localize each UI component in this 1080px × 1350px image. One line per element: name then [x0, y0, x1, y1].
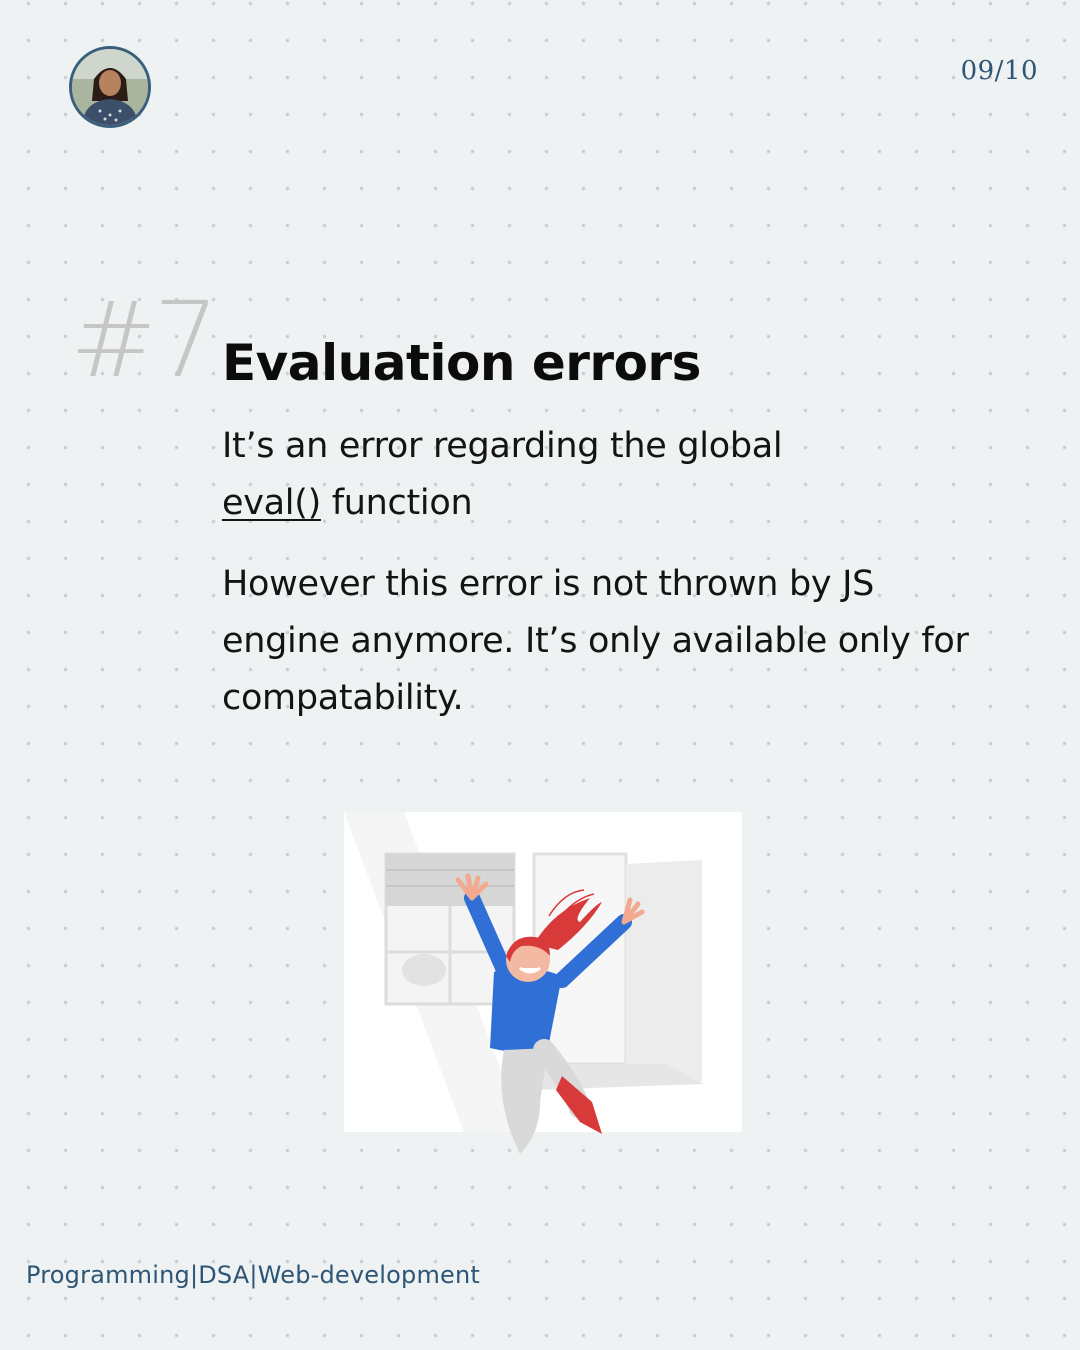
slide-title: Evaluation errors: [222, 334, 701, 392]
jumping-woman-illustration: [344, 812, 742, 1154]
footer-tagline: Programming|DSA|Web-development: [26, 1261, 481, 1289]
intro-text-end: function: [320, 483, 473, 523]
intro-text: It’s an error regarding the global: [222, 426, 783, 466]
eval-function-link[interactable]: eval(): [222, 483, 321, 523]
detail-paragraph: However this error is not thrown by JS e…: [222, 564, 969, 718]
page-counter: 09/10: [960, 56, 1038, 86]
intro-paragraph: It’s an error regarding the global eval()…: [222, 418, 982, 532]
section-number: #7: [70, 279, 219, 401]
author-avatar: [69, 46, 151, 128]
